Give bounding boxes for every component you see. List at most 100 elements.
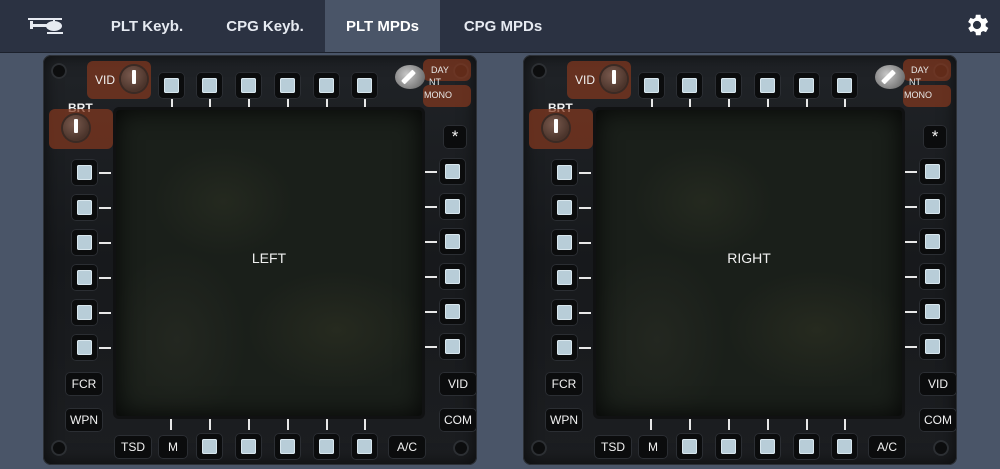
mode-mono-label: MONO (904, 90, 932, 100)
fcr-button[interactable]: FCR (65, 372, 103, 396)
fcr-button[interactable]: FCR (545, 372, 583, 396)
vid-knob-dial-icon (601, 66, 627, 92)
tsd-button[interactable]: TSD (114, 435, 152, 459)
asterisk-button[interactable]: * (923, 125, 947, 149)
bezel-button-t3[interactable] (235, 72, 262, 99)
tab-plt-mpds[interactable]: PLT MPDs (325, 0, 440, 52)
tab-cpg-mpds[interactable]: CPG MPDs (446, 0, 560, 52)
tick-mark (579, 172, 591, 174)
gear-icon[interactable] (963, 11, 991, 39)
vid-knob-dial-icon (121, 66, 147, 92)
bezel-button-l4[interactable] (71, 264, 98, 291)
tick-mark (579, 207, 591, 209)
bezel-button-l6[interactable] (551, 334, 578, 361)
top-nav: PLT Keyb. CPG Keyb. PLT MPDs CPG MPDs (0, 0, 1000, 53)
mode-knob-dial-icon (875, 65, 905, 89)
bezel-button-b7[interactable] (831, 433, 858, 460)
tab-cpg-keyb[interactable]: CPG Keyb. (213, 0, 317, 52)
tick-mark (579, 277, 591, 279)
bezel-button-r4[interactable] (439, 263, 466, 290)
bezel-button-b6[interactable] (793, 433, 820, 460)
tsd-button[interactable]: TSD (594, 435, 632, 459)
bezel-button-r3[interactable] (439, 228, 466, 255)
tick-mark (99, 242, 111, 244)
m-button[interactable]: M (158, 435, 188, 459)
bezel-button-t1[interactable] (158, 72, 185, 99)
screw-icon (51, 63, 67, 79)
asterisk-button[interactable]: * (443, 125, 467, 149)
bezel-button-b6[interactable] (313, 433, 340, 460)
bezel-button-l2[interactable] (71, 194, 98, 221)
bezel-button-r5[interactable] (439, 298, 466, 325)
bezel-button-r6[interactable] (919, 333, 946, 360)
bezel-button-b7[interactable] (351, 433, 378, 460)
tick-mark (99, 347, 111, 349)
bezel-button-t5[interactable] (793, 72, 820, 99)
tick-mark (99, 312, 111, 314)
bezel-button-b5[interactable] (754, 433, 781, 460)
com-button[interactable]: COM (919, 408, 957, 432)
mode-nt-label: NT (909, 77, 921, 87)
mode-knob-dial-icon (395, 65, 425, 89)
vid-knob-label: VID (95, 73, 116, 87)
wpn-button[interactable]: WPN (545, 408, 583, 432)
helicopter-icon[interactable] (26, 13, 70, 37)
bezel-button-r6[interactable] (439, 333, 466, 360)
bezel-button-l4[interactable] (551, 264, 578, 291)
bezel-button-l1[interactable] (71, 159, 98, 186)
bezel-button-t1[interactable] (638, 72, 665, 99)
bezel-button-l2[interactable] (551, 194, 578, 221)
tick-mark (579, 242, 591, 244)
tick-mark (579, 347, 591, 349)
bezel-button-r4[interactable] (919, 263, 946, 290)
bezel-button-t6[interactable] (831, 72, 858, 99)
vid-knob-label: VID (575, 73, 596, 87)
bezel-button-l3[interactable] (71, 229, 98, 256)
m-button[interactable]: M (638, 435, 668, 459)
bezel-button-t5[interactable] (313, 72, 340, 99)
bezel-button-t2[interactable] (196, 72, 223, 99)
bezel-button-t4[interactable] (274, 72, 301, 99)
bezel-button-l5[interactable] (551, 299, 578, 326)
vid-button[interactable]: VID (919, 372, 957, 396)
bezel-button-t2[interactable] (676, 72, 703, 99)
mpd-display-screen: RIGHT (593, 107, 905, 419)
bezel-button-r2[interactable] (919, 193, 946, 220)
mode-nt-label: NT (429, 77, 441, 87)
bezel-button-t3[interactable] (715, 72, 742, 99)
mpd-display-screen: LEFT (113, 107, 425, 419)
mode-day-label: DAY (431, 65, 449, 75)
bezel-button-r1[interactable] (919, 158, 946, 185)
ac-button[interactable]: A/C (868, 435, 906, 459)
bezel-button-b3[interactable] (676, 433, 703, 460)
bezel-button-b4[interactable] (235, 433, 262, 460)
com-button[interactable]: COM (439, 408, 477, 432)
wpn-button[interactable]: WPN (65, 408, 103, 432)
bezel-button-b4[interactable] (715, 433, 742, 460)
vid-button[interactable]: VID (439, 372, 477, 396)
ac-button[interactable]: A/C (388, 435, 426, 459)
bezel-button-r5[interactable] (919, 298, 946, 325)
bezel-button-r2[interactable] (439, 193, 466, 220)
tick-mark (99, 172, 111, 174)
bezel-button-t4[interactable] (754, 72, 781, 99)
bezel-button-l6[interactable] (71, 334, 98, 361)
screw-icon (531, 440, 547, 456)
brt-knob-dial-icon (543, 115, 569, 141)
mode-day-label: DAY (911, 65, 929, 75)
bezel-button-b3[interactable] (196, 433, 223, 460)
screw-icon (933, 440, 949, 456)
tab-plt-keyb[interactable]: PLT Keyb. (98, 0, 196, 52)
bezel-button-l5[interactable] (71, 299, 98, 326)
bezel-button-r1[interactable] (439, 158, 466, 185)
tick-mark (99, 207, 111, 209)
bezel-button-l1[interactable] (551, 159, 578, 186)
tick-mark (579, 312, 591, 314)
bezel-button-t6[interactable] (351, 72, 378, 99)
bezel-button-b5[interactable] (274, 433, 301, 460)
bezel-button-r3[interactable] (919, 228, 946, 255)
bezel-button-l3[interactable] (551, 229, 578, 256)
mpd-left-panel: VID BRT DAY NT MONO * FCR WPN VID COM TS… (43, 55, 477, 465)
screen-label: RIGHT (727, 250, 771, 266)
mpd-right-panel: VID BRT DAY NT MONO * FCR WPN VID COM TS… (523, 55, 957, 465)
